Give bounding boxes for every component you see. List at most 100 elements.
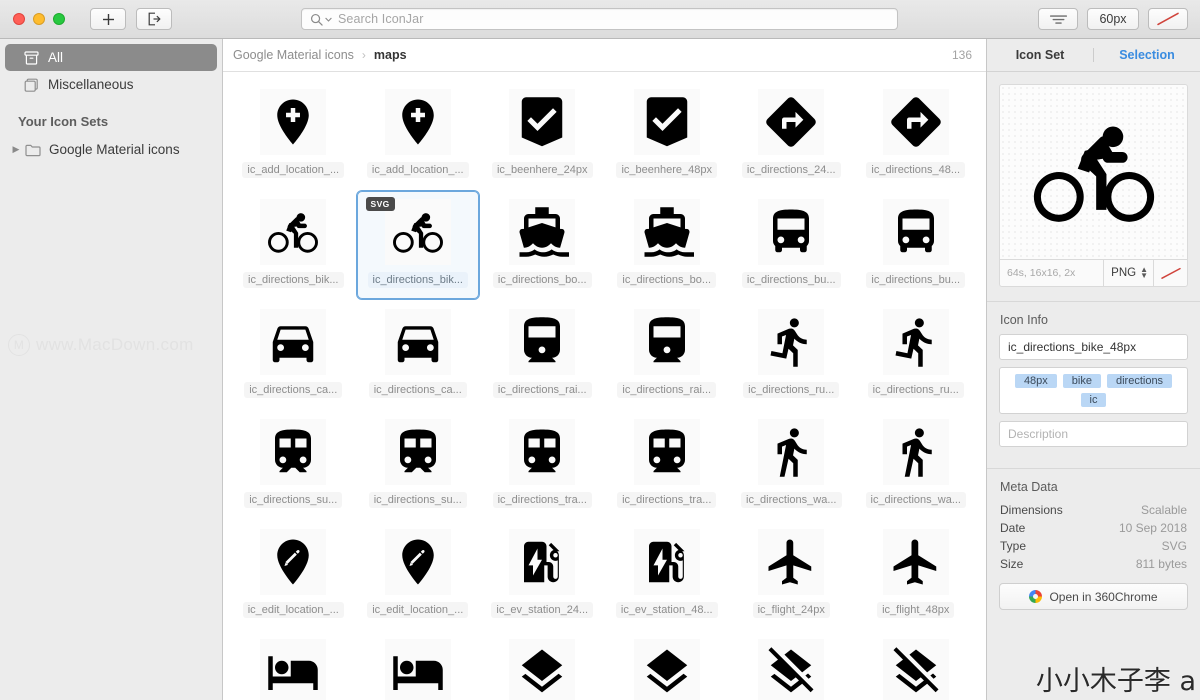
- icon-cell[interactable]: [854, 630, 979, 700]
- icon-size-button[interactable]: 60px: [1087, 8, 1139, 30]
- icon-preview: [999, 84, 1188, 260]
- icon-cell[interactable]: [605, 630, 730, 700]
- icon-cell-label: ic_directions_bik...: [367, 272, 468, 288]
- layers-clear-icon: [768, 647, 814, 693]
- icon-cell[interactable]: [480, 630, 605, 700]
- icon-thumbnail: [509, 89, 576, 155]
- icon-tag[interactable]: ic: [1080, 393, 1107, 407]
- icon-tag[interactable]: 48px: [1014, 374, 1057, 388]
- icon-cell[interactable]: ic_directions_bu...: [729, 190, 854, 300]
- folder-icon: [24, 141, 41, 158]
- icon-grid-scroll[interactable]: ic_add_location_... ic_add_location_... ic…: [223, 72, 986, 700]
- icon-cell[interactable]: [231, 630, 356, 700]
- chevron-right-icon[interactable]: ▶: [9, 144, 23, 155]
- icon-cell[interactable]: ic_edit_location_...: [356, 520, 481, 630]
- export-button[interactable]: [136, 8, 172, 30]
- railway-icon: [524, 317, 561, 363]
- add-button[interactable]: [90, 8, 126, 30]
- icon-cell[interactable]: ic_edit_location_...: [231, 520, 356, 630]
- icon-cell-label: ic_flight_24px: [752, 602, 830, 618]
- tab-selection[interactable]: Selection: [1094, 48, 1200, 62]
- icon-thumbnail: [384, 639, 451, 700]
- sidebar: All Miscellaneous Your Icon Sets ▶ Googl…: [0, 39, 223, 700]
- directions-bike-preview-icon: [1033, 126, 1154, 222]
- meta-value: 10 Sep 2018: [1118, 521, 1187, 535]
- sidebar-item-all[interactable]: All: [5, 44, 217, 71]
- sidebar-item-google-material-icons[interactable]: ▶ Google Material icons: [5, 136, 217, 163]
- run-icon: [770, 318, 807, 367]
- icon-cell[interactable]: ic_beenhere_48px: [605, 80, 730, 190]
- meta-row: Date 10 Sep 2018: [987, 519, 1200, 537]
- car-icon: [397, 326, 438, 363]
- icon-cell[interactable]: ic_directions_24...: [729, 80, 854, 190]
- export-sizes-field[interactable]: 64s, 16x16, 2x: [1000, 267, 1103, 279]
- icon-cell[interactable]: ic_directions_bik...: [231, 190, 356, 300]
- preview-color-swatch-button[interactable]: [1153, 260, 1187, 286]
- icon-cell[interactable]: ic_add_location_...: [231, 80, 356, 190]
- icon-cell-label: ic_beenhere_24px: [491, 162, 593, 178]
- icon-cell[interactable]: ic_directions_ca...: [231, 300, 356, 410]
- icon-thumbnail: [758, 309, 825, 375]
- icon-cell[interactable]: ic_directions_ru...: [854, 300, 979, 410]
- icon-cell-label: ic_beenhere_48px: [616, 162, 718, 178]
- icon-cell[interactable]: ic_directions_rai...: [605, 300, 730, 410]
- main-panel: Google Material icons › maps 136 ic_add_…: [223, 39, 986, 700]
- breadcrumb-root[interactable]: Google Material icons: [233, 48, 354, 62]
- icon-tag[interactable]: directions: [1106, 374, 1173, 388]
- color-swatch-icon: [1160, 267, 1181, 279]
- sidebar-item-miscellaneous[interactable]: Miscellaneous: [5, 71, 217, 98]
- icon-cell[interactable]: ic_beenhere_24px: [480, 80, 605, 190]
- icon-thumbnail: [633, 639, 700, 700]
- meta-value: SVG: [1161, 539, 1187, 553]
- iconjar-window: Search IconJar 60px All Miscellaneous Yo…: [0, 0, 1200, 700]
- icon-grid: ic_add_location_... ic_add_location_... ic…: [223, 72, 986, 700]
- tab-icon-set[interactable]: Icon Set: [987, 48, 1093, 62]
- icon-cell-label: ic_directions_tra...: [492, 492, 592, 508]
- icon-cell[interactable]: ic_directions_wa...: [729, 410, 854, 520]
- icon-thumbnail: [758, 419, 825, 485]
- icon-cell[interactable]: ic_directions_tra...: [605, 410, 730, 520]
- stepper-icon[interactable]: ▲ ▼: [1140, 266, 1148, 280]
- icon-cell[interactable]: ic_directions_bu...: [854, 190, 979, 300]
- icon-cell[interactable]: ic_directions_rai...: [480, 300, 605, 410]
- icon-cell[interactable]: ic_directions_tra...: [480, 410, 605, 520]
- open-in-browser-label: Open in 360Chrome: [1049, 589, 1158, 604]
- sidebar-item-all-label: All: [48, 50, 64, 65]
- bike-icon: [268, 213, 319, 253]
- icon-cell[interactable]: ic_flight_48px: [854, 520, 979, 630]
- icon-cell-label: ic_directions_ca...: [368, 382, 467, 398]
- icon-cell[interactable]: ic_directions_su...: [356, 410, 481, 520]
- icon-cell[interactable]: SVG ic_directions_bik...: [355, 190, 480, 300]
- export-icon: [148, 12, 160, 26]
- icon-cell[interactable]: ic_directions_bo...: [605, 190, 730, 300]
- icon-cell[interactable]: ic_directions_ru...: [729, 300, 854, 410]
- color-swatch-button[interactable]: [1148, 8, 1188, 30]
- icon-cell[interactable]: ic_add_location_...: [356, 80, 481, 190]
- icon-cell-label: ic_directions_wa...: [741, 492, 842, 508]
- export-format-select[interactable]: PNG ▲ ▼: [1103, 260, 1153, 286]
- icon-cell[interactable]: [729, 630, 854, 700]
- close-window-button[interactable]: [13, 13, 25, 25]
- icon-cell-label: ic_directions_wa...: [865, 492, 966, 508]
- icon-cell[interactable]: ic_ev_station_48...: [605, 520, 730, 630]
- search-input[interactable]: Search IconJar: [301, 8, 898, 30]
- sidebar-item-miscellaneous-label: Miscellaneous: [48, 77, 134, 92]
- icon-tag[interactable]: bike: [1062, 374, 1101, 388]
- icon-cell[interactable]: ic_directions_su...: [231, 410, 356, 520]
- icon-count: 136: [951, 48, 972, 62]
- icon-cell[interactable]: [356, 630, 481, 700]
- icon-description-field[interactable]: Description: [999, 421, 1188, 447]
- icon-cell[interactable]: ic_ev_station_24...: [480, 520, 605, 630]
- icon-cell[interactable]: ic_directions_48...: [854, 80, 979, 190]
- color-swatch-icon: [1157, 12, 1179, 26]
- icon-cell[interactable]: ic_flight_24px: [729, 520, 854, 630]
- icon-cell[interactable]: ic_directions_bo...: [480, 190, 605, 300]
- zoom-window-button[interactable]: [53, 13, 65, 25]
- icon-name-field[interactable]: ic_directions_bike_48px: [999, 334, 1188, 360]
- filter-button[interactable]: [1038, 8, 1078, 30]
- minimize-window-button[interactable]: [33, 13, 45, 25]
- icon-cell[interactable]: ic_directions_wa...: [854, 410, 979, 520]
- icon-cell[interactable]: ic_directions_ca...: [356, 300, 481, 410]
- open-in-browser-button[interactable]: Open in 360Chrome: [999, 583, 1188, 610]
- icon-thumbnail: [633, 419, 700, 485]
